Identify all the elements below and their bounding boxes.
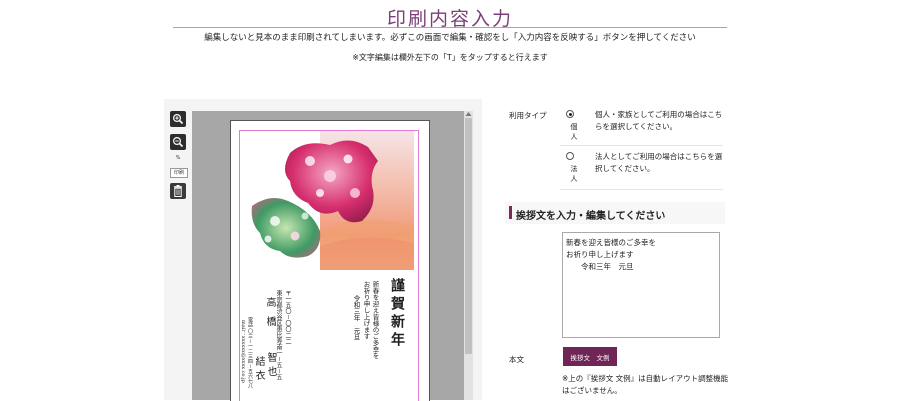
radio-personal[interactable] [566,110,574,118]
radio-corporate-label: 法人 [570,165,578,183]
radio-personal-label: 個人 [570,123,578,141]
card-heading-1[interactable]: 謹賀新年 [387,278,407,350]
card-email[interactable]: mail：xxxxxx@xxxx.co.jp [240,320,247,383]
body-label: 本文 [509,355,524,364]
row-divider [560,189,723,190]
trash-icon [174,185,182,197]
usage-type-label: 利用タイプ [509,111,547,120]
zoom-in-button[interactable] [170,111,186,127]
greeting-section-title: 挨拶文を入力・編集してください [516,211,666,222]
delete-button[interactable] [170,183,186,199]
personal-description: 個人・家族としてご利用の場合はこちらを選択してください。 [595,110,723,131]
zoom-level-label: % [175,155,181,161]
note-text: ※文字編集は欄外左下の「T」をタップすると行えます [352,53,548,62]
radio-corporate[interactable] [566,152,574,160]
corporate-description: 法人としてご利用の場合はこちらを選択してください。 [595,152,723,173]
row-divider [560,145,723,146]
print-button[interactable]: 印刷 [170,168,188,178]
card-message-line-2[interactable]: お祈り申し上げます [361,281,371,340]
zoom-out-button[interactable] [170,134,186,150]
title-divider [173,27,727,28]
greeting-textarea[interactable]: 新春を迎え皆様のご多幸を お祈り申し上げます 令和三年 元旦 [562,232,720,338]
scrollbar-thumb[interactable] [465,118,472,354]
greeting-line-3: 令和三年 元旦 [566,262,634,271]
scroll-up-arrow-icon[interactable] [464,111,473,117]
card-postal-code[interactable]: 〒一五〇－〇〇二二 [283,290,292,344]
ox-artwork [251,131,414,270]
section-accent-bar [509,206,512,219]
sample-note: ※上の『挨拶文 文例』は自動レイアウト調整機能はございません。 [562,374,729,395]
instruction-text: 編集しないと見本のまま印刷されてしまいます。必ずこの画面で編集・確認をし「入力内… [204,33,696,43]
greeting-sample-button[interactable]: 挨拶文 文例 [563,347,617,366]
zoom-out-icon [172,136,184,148]
greeting-line-1: 新春を迎え皆様のご多幸を [566,238,656,247]
card-message-line-1[interactable]: 新春を迎え皆様のご多幸を [370,281,380,359]
card-name-1[interactable]: 高橋 [262,297,277,335]
card-message-line-3[interactable]: 令和三年 元旦 [351,295,361,341]
card-tel[interactable]: 電話 〇三－一二三四－五六七八 [247,317,254,389]
zoom-in-icon [172,113,184,125]
card-name-3[interactable]: 智也 [263,352,278,380]
greeting-line-2: お祈り申し上げます [566,250,634,259]
